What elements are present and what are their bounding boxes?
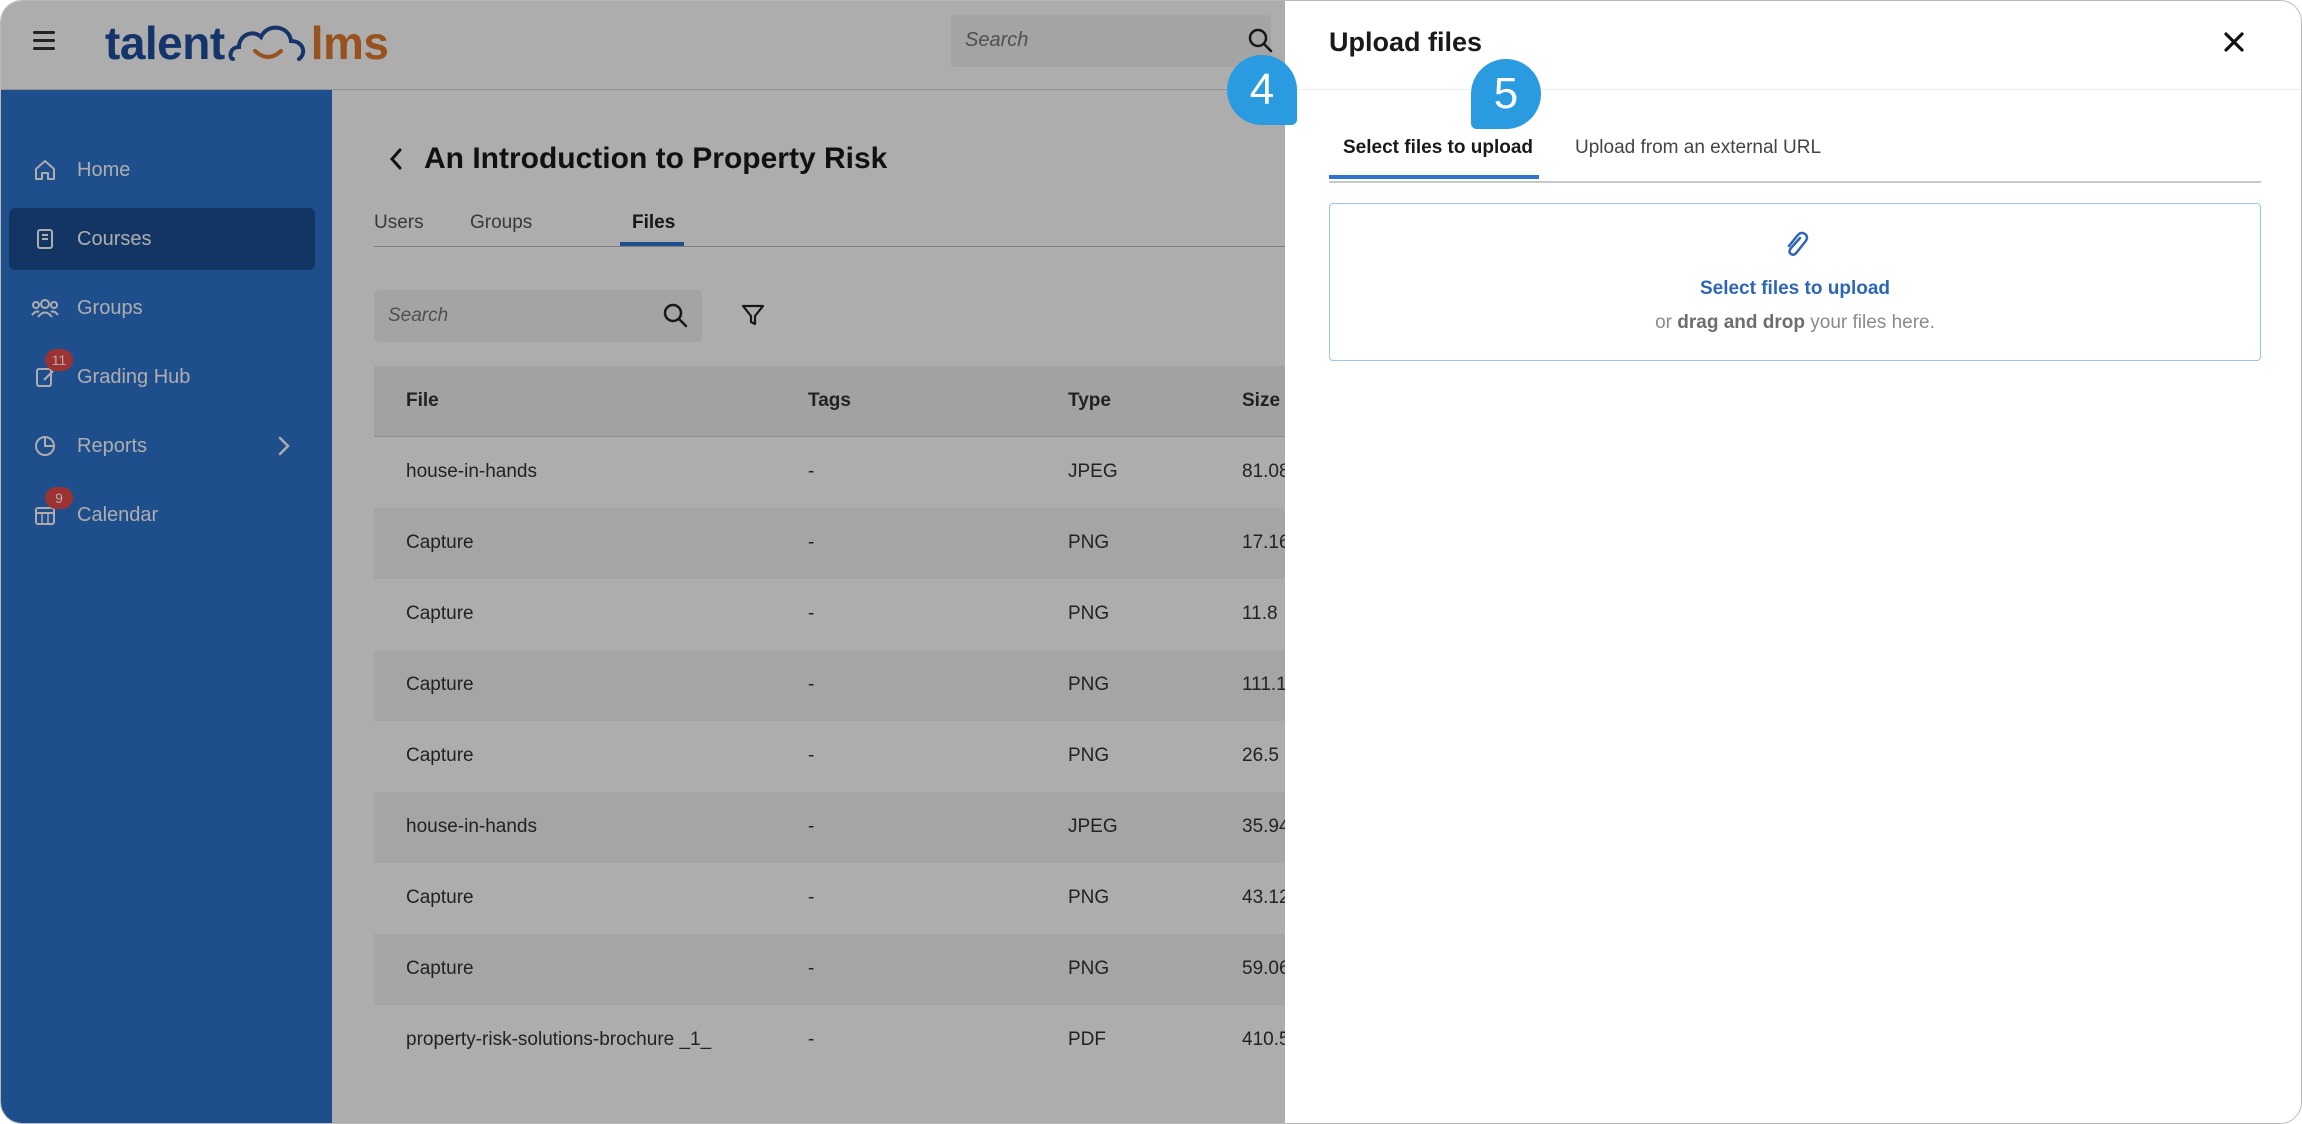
- file-dropzone[interactable]: Select files to upload or drag and drop …: [1329, 203, 2261, 361]
- dropzone-hint: or drag and drop your files here.: [1330, 312, 2260, 334]
- hint-bold: drag and drop: [1677, 312, 1805, 333]
- step-callout-5: 5: [1471, 59, 1541, 129]
- select-files-link[interactable]: Select files to upload: [1330, 278, 2260, 300]
- paperclip-icon: [1787, 231, 1809, 256]
- divider: [1285, 89, 2301, 90]
- modal-backdrop[interactable]: [1, 1, 1285, 1123]
- hint-suffix: your files here.: [1810, 312, 1935, 333]
- close-icon[interactable]: [2223, 31, 2245, 53]
- upload-files-panel: Upload files Select files to upload Uplo…: [1285, 1, 2301, 1123]
- step-callout-4: 4: [1227, 55, 1297, 125]
- tab-external-url[interactable]: Upload from an external URL: [1575, 137, 1821, 159]
- hint-prefix: or: [1655, 312, 1672, 333]
- panel-title: Upload files: [1329, 27, 1483, 57]
- upload-tabs: Select files to upload Upload from an ex…: [1329, 127, 2261, 183]
- active-tab-indicator: [1329, 175, 1539, 179]
- app-window: talent lms Search Home Courses Groups 11…: [0, 0, 2302, 1124]
- tab-select-files[interactable]: Select files to upload: [1343, 137, 1533, 159]
